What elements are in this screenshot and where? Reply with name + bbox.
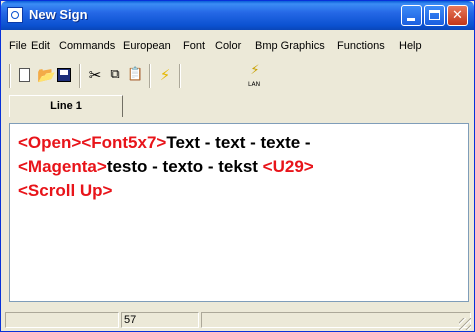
status-bar: 57 xyxy=(5,310,471,330)
title-bar[interactable]: New Sign ✕ xyxy=(1,1,474,30)
new-document-icon[interactable] xyxy=(19,68,30,82)
save-disk-icon[interactable] xyxy=(57,68,71,82)
window-title: New Sign xyxy=(29,7,88,22)
send-flash-icon[interactable]: ⚡ xyxy=(157,67,173,83)
toolbar-separator xyxy=(9,64,11,88)
menu-edit[interactable]: Edit xyxy=(31,40,50,52)
editor-text-segment: testo - texto - tekst xyxy=(106,157,263,176)
menu-functions[interactable]: Functions xyxy=(337,40,385,52)
status-cell-right xyxy=(201,312,471,328)
editor-tag-segment: <Font5x7> xyxy=(81,133,167,152)
minimize-button[interactable] xyxy=(401,5,422,26)
maximize-icon xyxy=(429,10,440,20)
menu-bmp-graphics[interactable]: Bmp Graphics xyxy=(255,40,325,52)
tab-line-1[interactable]: Line 1 xyxy=(9,95,123,117)
toolbar-separator xyxy=(149,64,151,88)
editor-tag-segment: <Magenta> xyxy=(18,157,107,176)
editor-tag-segment: <Scroll Up> xyxy=(18,181,113,200)
copy-icon[interactable]: ⧉ xyxy=(107,67,123,83)
menu-european[interactable]: European xyxy=(123,40,171,52)
menu-commands[interactable]: Commands xyxy=(59,40,115,52)
status-cell-left xyxy=(5,312,119,328)
editor-tag-segment: <U29> xyxy=(262,157,314,176)
tab-label: Line 1 xyxy=(50,100,82,112)
editor-text-segment: Text - text - texte - xyxy=(166,133,311,152)
minimize-icon xyxy=(407,18,415,21)
close-icon: ✕ xyxy=(452,8,463,23)
cut-scissors-icon[interactable]: ✂ xyxy=(87,67,103,83)
app-icon[interactable] xyxy=(7,7,23,23)
lan-label: LAN xyxy=(248,81,261,88)
toolbar-separator xyxy=(79,64,81,88)
menu-help[interactable]: Help xyxy=(399,40,422,52)
maximize-button[interactable] xyxy=(424,5,445,26)
toolbar-separator xyxy=(179,64,181,88)
sign-text-editor[interactable]: <Open><Font5x7>Text - text - texte - <Ma… xyxy=(9,123,469,302)
editor-tag-segment: <Open> xyxy=(18,133,82,152)
close-button[interactable]: ✕ xyxy=(447,5,468,26)
menu-file[interactable]: File xyxy=(9,40,27,52)
menu-color[interactable]: Color xyxy=(215,40,241,52)
resize-grip-icon[interactable] xyxy=(459,318,471,330)
app-window: New Sign ✕ File Edit Commands European F… xyxy=(0,0,475,332)
toolbar: 📂 ✂ ⧉ 📋 ⚡ ⚡ LAN xyxy=(5,61,470,91)
open-folder-icon[interactable]: 📂 xyxy=(37,67,56,83)
lan-icon[interactable]: ⚡ xyxy=(247,63,263,79)
status-cell-position: 57 xyxy=(121,312,199,328)
paste-icon[interactable]: 📋 xyxy=(127,67,143,83)
menu-font[interactable]: Font xyxy=(183,40,205,52)
